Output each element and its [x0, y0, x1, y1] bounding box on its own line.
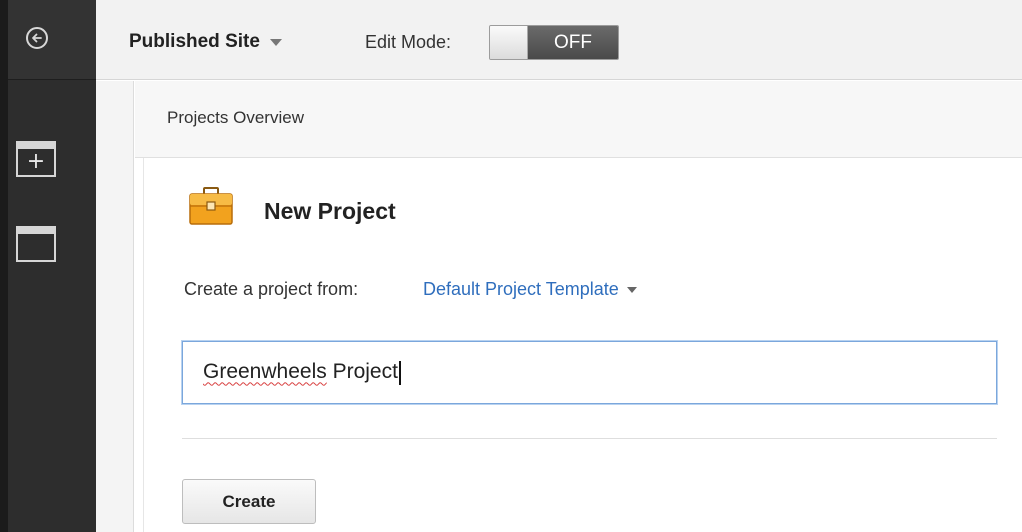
published-site-label: Published Site [129, 31, 260, 52]
left-rail: + [0, 0, 96, 532]
project-name-value: Greenwheels Project [203, 360, 401, 385]
page-panel-icon[interactable] [16, 226, 56, 262]
divider [182, 438, 997, 439]
create-button[interactable]: Create [182, 479, 316, 524]
template-selected-value: Default Project Template [423, 279, 619, 299]
content-gutter [96, 81, 134, 532]
breadcrumb: Projects Overview [135, 81, 1022, 158]
plus-icon: + [26, 149, 46, 174]
misspelled-word: Greenwheels [203, 360, 327, 384]
rail-header [8, 0, 96, 80]
breadcrumb-projects-overview[interactable]: Projects Overview [167, 108, 304, 128]
text-cursor [398, 360, 401, 385]
caret-down-icon [626, 286, 637, 293]
page-panel-titlebar [18, 228, 54, 234]
published-site-dropdown[interactable]: Published Site [129, 31, 282, 53]
create-from-label: Create a project from: [184, 279, 359, 299]
briefcase-icon [189, 187, 233, 225]
caret-down-icon [269, 38, 282, 46]
toggle-state-text: OFF [528, 26, 618, 59]
project-name-input[interactable]: Greenwheels Project [182, 341, 997, 404]
template-dropdown[interactable]: Default Project Template [423, 279, 637, 300]
back-arrow-glyph [32, 33, 42, 43]
edit-mode-label: Edit Mode: [365, 32, 452, 52]
back-arrow-circle-icon[interactable] [26, 27, 48, 49]
new-project-dialog: New Project Create a project from: Defau… [143, 158, 1022, 532]
add-panel-icon[interactable]: + [16, 141, 56, 177]
dialog-title: New Project [264, 198, 396, 224]
toggle-knob [490, 26, 528, 59]
edit-mode-toggle[interactable]: OFF [489, 25, 619, 60]
top-toolbar: Published Site Edit Mode: OFF [96, 0, 1022, 80]
project-name-rest: Project [326, 360, 398, 384]
